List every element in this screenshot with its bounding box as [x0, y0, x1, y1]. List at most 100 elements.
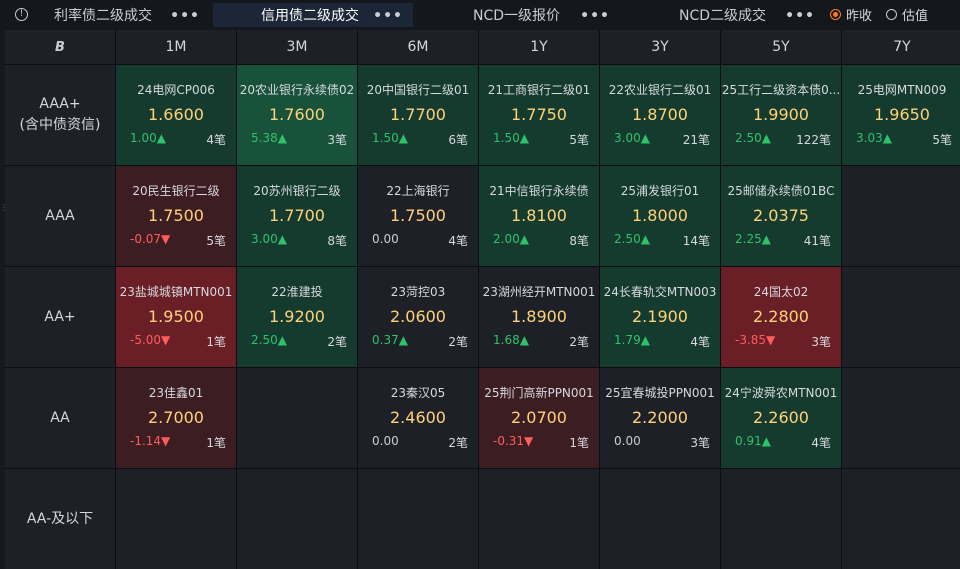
trade-count: 3笔 [327, 133, 347, 147]
bond-name: 23佳鑫01 [148, 386, 204, 400]
bond-cell[interactable]: 23湖州经开MTN001 1.8900 1.68▲ 2笔 [479, 267, 599, 367]
trade-count: 4笔 [448, 234, 468, 248]
row-header-label: AAA+ [39, 96, 81, 112]
bond-cell[interactable]: 24长春轨交MTN003 2.1900 1.79▲ 4笔 [600, 267, 720, 367]
bond-name: 20农业银行永续债02 [239, 83, 355, 97]
bond-yield: 1.9650 [874, 105, 930, 124]
bond-cell[interactable]: 24电网CP006 1.6600 1.00▲ 4笔 [116, 65, 236, 165]
bond-name: 23菏控03 [390, 285, 446, 299]
bond-name: 20民生银行二级 [132, 184, 220, 198]
trade-count: 4笔 [206, 133, 226, 147]
bond-name: 21工商银行二级01 [487, 83, 591, 97]
empty-cell [600, 469, 720, 569]
bond-yield: 1.8900 [511, 307, 567, 326]
trade-count: 41笔 [803, 234, 831, 248]
column-header-3m: 3M [237, 30, 357, 64]
tab-ncd-primary-quote[interactable]: NCD一级报价 ••• [418, 3, 620, 27]
more-icon[interactable]: ••• [580, 8, 610, 24]
tab-label: 信用债二级成交 [261, 8, 359, 24]
radio-valuation[interactable]: 估值 [886, 5, 928, 24]
bond-name: 20苏州银行二级 [253, 184, 341, 198]
more-icon[interactable]: ••• [785, 8, 815, 24]
column-header-6m: 6M [358, 30, 478, 64]
trade-count: 21笔 [682, 133, 710, 147]
empty-cell [842, 469, 960, 569]
row-header: AAA [5, 166, 115, 266]
bond-cell[interactable]: 25工行二级资本债0... 1.9900 2.50▲ 122笔 [721, 65, 841, 165]
bond-yield: 2.0375 [753, 206, 809, 225]
bond-cell[interactable]: 22农业银行二级01 1.8700 3.00▲ 21笔 [600, 65, 720, 165]
trade-count: 2笔 [569, 335, 589, 349]
column-header-1y: 1Y [479, 30, 599, 64]
bond-yield: 1.7700 [269, 206, 325, 225]
yield-change: 2.50▲ [251, 333, 287, 347]
more-icon[interactable]: ••• [170, 8, 200, 24]
info-icon[interactable]: ! [15, 8, 28, 21]
column-header-3y: 3Y [600, 30, 720, 64]
bond-cell[interactable]: 20中国银行二级01 1.7700 1.50▲ 6笔 [358, 65, 478, 165]
row-header: AA-及以下 [5, 469, 115, 569]
tab-ncd-secondary[interactable]: NCD二级成交 ••• [625, 3, 825, 27]
bond-name: 24电网CP006 [137, 83, 215, 97]
trade-count: 4笔 [811, 436, 831, 450]
row-header-label: AA [50, 409, 70, 426]
bond-cell[interactable]: 25电网MTN009 1.9650 3.03▲ 5笔 [842, 65, 960, 165]
bond-cell[interactable]: 24国太02 2.2800 -3.85▼ 3笔 [721, 267, 841, 367]
bond-cell[interactable]: 21中信银行永续债 1.8100 2.00▲ 8笔 [479, 166, 599, 266]
bond-cell[interactable]: 25宜春城投PPN001 2.2000 0.00 3笔 [600, 368, 720, 468]
bond-name: 25荆门高新PPN001 [484, 386, 594, 400]
resize-handle-icon[interactable]: ⋮ [0, 203, 8, 215]
bond-cell[interactable]: 21工商银行二级01 1.7750 1.50▲ 5笔 [479, 65, 599, 165]
more-icon[interactable]: ••• [373, 8, 403, 24]
bond-yield: 2.1900 [632, 307, 688, 326]
bond-cell[interactable]: 20苏州银行二级 1.7700 3.00▲ 8笔 [237, 166, 357, 266]
yield-change: 1.50▲ [493, 131, 529, 145]
bond-cell[interactable]: 23菏控03 2.0600 0.37▲ 2笔 [358, 267, 478, 367]
empty-cell [842, 166, 960, 266]
trade-count: 2笔 [448, 436, 468, 450]
radio-unchecked-icon [886, 9, 898, 20]
tab-rate-bond-secondary[interactable]: 利率债二级成交 ••• [40, 3, 210, 27]
trade-count: 1笔 [206, 335, 226, 349]
bond-cell[interactable]: 23秦汉05 2.4600 0.00 2笔 [358, 368, 478, 468]
yield-change: 1.79▲ [614, 333, 650, 347]
bond-yield: 1.7500 [390, 206, 446, 225]
bond-yield: 2.2600 [753, 408, 809, 427]
yield-change: 2.25▲ [735, 232, 771, 246]
trade-count: 122笔 [796, 133, 831, 147]
bond-cell[interactable]: 22上海银行 1.7500 0.00 4笔 [358, 166, 478, 266]
bond-name: 25浦发银行01 [620, 184, 700, 198]
bond-cell[interactable]: 23佳鑫01 2.7000 -1.14▼ 1笔 [116, 368, 236, 468]
bond-cell[interactable]: 25邮储永续债01BC 2.0375 2.25▲ 41笔 [721, 166, 841, 266]
price-basis-radio-group: 昨收 估值 [830, 5, 928, 24]
tab-credit-bond-secondary[interactable]: 信用债二级成交 ••• [213, 3, 413, 27]
trade-count: 1笔 [569, 436, 589, 450]
bond-yield: 1.9900 [753, 105, 809, 124]
bond-cell[interactable]: 22淮建投 1.9200 2.50▲ 2笔 [237, 267, 357, 367]
bond-cell[interactable]: 25荆门高新PPN001 2.0700 -0.31▼ 1笔 [479, 368, 599, 468]
yield-change: -0.31▼ [493, 434, 534, 448]
row-header-label: AA-及以下 [26, 510, 94, 527]
bond-yield: 2.2000 [632, 408, 688, 427]
bond-cell[interactable]: 20农业银行永续债02 1.7600 5.38▲ 3笔 [237, 65, 357, 165]
yield-change: 1.50▲ [372, 131, 408, 145]
bond-name: 20中国银行二级01 [366, 83, 470, 97]
radio-label: 昨收 [846, 9, 873, 24]
bond-cell[interactable]: 24宁波舜农MTN001 2.2600 0.91▲ 4笔 [721, 368, 841, 468]
bond-yield: 2.0600 [390, 307, 446, 326]
bond-cell[interactable]: 25浦发银行01 1.8000 2.50▲ 14笔 [600, 166, 720, 266]
bond-yield: 2.4600 [390, 408, 446, 427]
corner-cell: B [5, 30, 115, 64]
column-header-1m: 1M [116, 30, 236, 64]
trade-count: 8笔 [327, 234, 347, 248]
row-header-label: AAA [45, 207, 75, 224]
bond-yield: 2.2800 [753, 307, 809, 326]
bond-cell[interactable]: 20民生银行二级 1.7500 -0.07▼ 5笔 [116, 166, 236, 266]
row-header: AAA+ (含中债资信) [5, 65, 115, 165]
bond-cell[interactable]: 23盐城城镇MTN001 1.9500 -5.00▼ 1笔 [116, 267, 236, 367]
empty-cell [237, 469, 357, 569]
radio-label: 估值 [902, 9, 929, 24]
yield-change: 0.00 [372, 232, 399, 246]
row-header: AA [5, 368, 115, 468]
radio-yesterday-close[interactable]: 昨收 [830, 5, 872, 24]
